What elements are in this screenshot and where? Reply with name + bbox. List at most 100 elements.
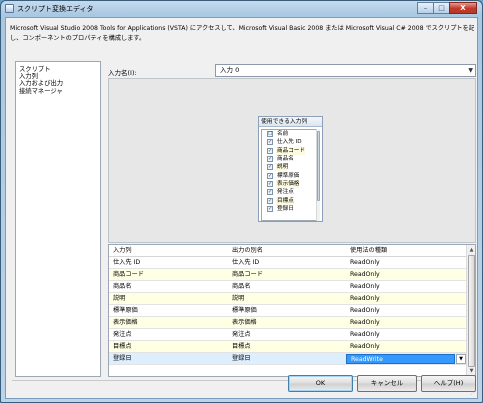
cell-input-column: 発注点 xyxy=(113,331,132,338)
table-row[interactable]: 商品名 商品名 ReadOnly xyxy=(109,281,467,293)
table-row-selected[interactable]: 登録日 登録日 ReadWrite ▼ xyxy=(109,353,467,365)
cell-input-column: 標準原価 xyxy=(113,307,138,314)
table-row[interactable]: 商品コード 商品コード ReadOnly xyxy=(109,269,467,281)
dialog-window: スクリプト変換エディタ – □ X Microsoft Visual Studi… xyxy=(0,0,483,403)
column-item: ✓ 商品コード xyxy=(262,146,318,155)
cell-usage-type[interactable]: ReadOnly xyxy=(346,257,467,268)
column-item-label: 目標点 xyxy=(276,196,294,205)
cell-input-column: 目標点 xyxy=(113,343,132,350)
column-item: ✓ 標準原価 xyxy=(262,171,318,179)
column-name-header: 名前 xyxy=(277,131,289,138)
available-columns-title: 使用できる入力列 xyxy=(259,117,322,127)
description-line-1: Microsoft Visual Studio 2008 Tools for A… xyxy=(10,25,474,32)
minimize-button[interactable]: – xyxy=(417,2,434,14)
column-item: ✓ 仕入先 ID xyxy=(262,138,318,146)
column-item: ✓ 目標点 xyxy=(262,196,318,205)
scrollbar-thumb[interactable] xyxy=(468,255,475,367)
cell-output-alias[interactable]: 目標点 xyxy=(228,341,346,352)
table-row[interactable]: 発注点 発注点 ReadOnly xyxy=(109,329,467,341)
close-button[interactable]: X xyxy=(449,2,477,14)
table-row[interactable]: 表示価格 表示価格 ReadOnly xyxy=(109,317,467,329)
cell-input-column: 表示価格 xyxy=(113,319,138,326)
column-checkbox[interactable]: ✓ xyxy=(267,205,273,212)
table-row[interactable]: 仕入先 ID 仕入先 ID ReadOnly xyxy=(109,257,467,269)
maximize-button[interactable]: □ xyxy=(433,2,450,14)
cell-usage-type[interactable]: ReadOnly xyxy=(346,281,467,292)
input-name-value: 入力 0 xyxy=(220,66,240,74)
cell-output-alias[interactable]: 商品名 xyxy=(228,281,346,292)
column-checkbox[interactable]: ✓ xyxy=(267,189,273,196)
help-button[interactable]: ヘルプ(H) xyxy=(421,375,476,392)
available-columns-scrollbar[interactable] xyxy=(316,129,320,221)
cell-usage-type[interactable]: ReadOnly xyxy=(346,305,467,316)
input-name-label: 入力名(I): xyxy=(108,69,137,77)
cell-usage-type[interactable]: ReadOnly xyxy=(346,329,467,340)
input-column-grid: 入力列 出力の別名 使用法の種類 仕入先 ID 仕入先 ID ReadOnly … xyxy=(108,244,476,377)
select-all-checkbox[interactable]: ☐ xyxy=(267,131,273,138)
column-checkbox[interactable]: ✓ xyxy=(267,197,273,204)
ok-button[interactable]: OK xyxy=(288,375,353,392)
column-checkbox[interactable]: ✓ xyxy=(267,172,273,179)
column-item-label: 説明 xyxy=(276,163,289,172)
nav-item-inputs-outputs[interactable]: 入力および出力 xyxy=(19,80,97,87)
table-row[interactable]: 目標点 目標点 ReadOnly xyxy=(109,341,467,353)
chevron-down-icon[interactable]: ▼ xyxy=(456,354,466,364)
cell-input-column: 登録日 xyxy=(113,355,132,362)
column-item-label: 商品名 xyxy=(277,156,294,163)
column-item-label: 商品コード xyxy=(276,146,305,155)
grid-header: 入力列 出力の別名 使用法の種類 xyxy=(109,245,467,257)
header-usage-type[interactable]: 使用法の種類 xyxy=(346,245,467,256)
caption-buttons: – □ X xyxy=(417,2,477,14)
window-title: スクリプト変換エディタ xyxy=(17,5,94,13)
scroll-down-icon[interactable]: ▼ xyxy=(468,367,475,375)
input-name-select[interactable]: 入力 0 ▼ xyxy=(215,64,476,77)
designer-canvas: 使用できる入力列 ☐ 名前 ✓ 仕入先 ID ✓ 商品コード ✓ 商品名 ✓ 説… xyxy=(108,78,476,243)
column-checkbox[interactable]: ✓ xyxy=(267,156,273,163)
column-item: ✓ 説明 xyxy=(262,163,318,172)
cell-input-column: 商品コード xyxy=(113,271,144,278)
column-item-label: 登録日 xyxy=(277,205,294,212)
grid-vertical-scrollbar[interactable]: ▲ ▼ xyxy=(466,245,475,376)
column-item-label: 発注点 xyxy=(277,189,294,196)
nav-item-connection-managers[interactable]: 接続マネージャ xyxy=(19,88,97,95)
header-output-alias[interactable]: 出力の別名 xyxy=(228,245,346,256)
column-header-row: ☐ 名前 xyxy=(262,130,318,138)
available-columns-box: 使用できる入力列 ☐ 名前 ✓ 仕入先 ID ✓ 商品コード ✓ 商品名 ✓ 説… xyxy=(258,116,323,222)
title-bar[interactable]: スクリプト変換エディタ – □ X xyxy=(1,1,482,17)
cancel-button[interactable]: キャンセル xyxy=(357,375,417,392)
cell-output-alias[interactable]: 標準原価 xyxy=(228,305,346,316)
column-checkbox[interactable]: ✓ xyxy=(267,147,273,154)
description-text: Microsoft Visual Studio 2008 Tools for A… xyxy=(10,24,474,44)
column-checkbox[interactable]: ✓ xyxy=(267,164,273,171)
cell-output-alias[interactable]: 表示価格 xyxy=(228,317,346,328)
cell-output-alias[interactable]: 仕入先 ID xyxy=(228,257,346,268)
column-item: ✓ 商品名 xyxy=(262,155,318,163)
cell-usage-type-editor: ReadWrite ▼ xyxy=(346,353,467,364)
cell-usage-type[interactable]: ReadOnly xyxy=(346,269,467,280)
dialog-body: Microsoft Visual Studio 2008 Tools for A… xyxy=(5,17,478,399)
cell-usage-type[interactable]: ReadOnly xyxy=(346,293,467,304)
cell-usage-type[interactable]: ReadOnly xyxy=(346,341,467,352)
column-item-label: 仕入先 ID xyxy=(277,139,302,146)
scroll-up-icon[interactable]: ▲ xyxy=(468,246,475,254)
chevron-down-icon[interactable]: ▼ xyxy=(468,65,473,76)
cell-output-alias[interactable]: 説明 xyxy=(228,293,346,304)
usage-type-select[interactable]: ReadWrite xyxy=(346,354,455,364)
column-item: ✓ 登録日 xyxy=(262,205,318,213)
cell-output-alias[interactable]: 商品コード xyxy=(228,269,346,280)
page-nav-list: スクリプト 入力列 入力および出力 接続マネージャ xyxy=(15,61,101,377)
header-input-column[interactable]: 入力列 xyxy=(109,245,228,256)
resize-grip-icon[interactable]: ⋰ xyxy=(470,389,476,396)
column-item: ✓ 表示価格 xyxy=(262,179,318,188)
table-row[interactable]: 説明 説明 ReadOnly xyxy=(109,293,467,305)
table-row[interactable]: 標準原価 標準原価 ReadOnly xyxy=(109,305,467,317)
app-icon xyxy=(5,4,14,13)
column-checkbox[interactable]: ✓ xyxy=(267,180,273,187)
cell-usage-type[interactable]: ReadOnly xyxy=(346,317,467,328)
column-checkbox[interactable]: ✓ xyxy=(267,139,273,146)
scrollbar-thumb[interactable] xyxy=(317,131,320,201)
available-columns-list: ☐ 名前 ✓ 仕入先 ID ✓ 商品コード ✓ 商品名 ✓ 説明 ✓ 標準原価 … xyxy=(261,129,319,221)
cell-input-column: 仕入先 ID xyxy=(113,259,141,266)
cell-output-alias[interactable]: 発注点 xyxy=(228,329,346,340)
cell-output-alias[interactable]: 登録日 xyxy=(228,353,346,364)
